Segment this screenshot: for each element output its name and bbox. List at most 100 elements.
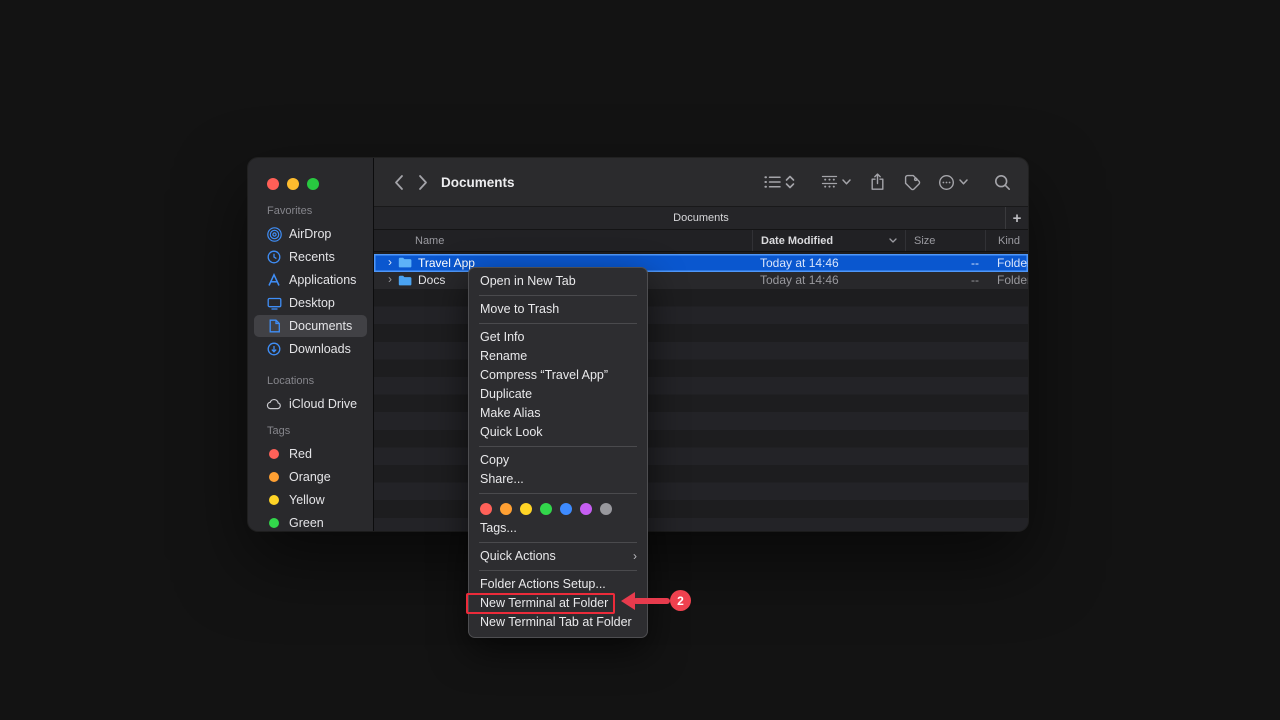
blue-tag-color-button[interactable] (560, 503, 572, 515)
menu-item-new-terminal-tab-at-folder[interactable]: New Terminal Tab at Folder (469, 613, 647, 632)
sidebar-item-recents[interactable]: Recents (254, 246, 367, 268)
group-view-icon (821, 175, 838, 190)
menu-separator (479, 295, 637, 296)
column-header-size[interactable]: Size (905, 230, 985, 251)
tab-documents[interactable]: Documents (673, 212, 729, 224)
gray-tag-color-button[interactable] (600, 503, 612, 515)
menu-item-compress[interactable]: Compress “Travel App” (469, 366, 647, 385)
sidebar-item-documents[interactable]: Documents (254, 315, 367, 337)
red-tag-dot-icon (266, 449, 282, 459)
recents-icon (266, 250, 282, 264)
icloud-icon (266, 398, 282, 410)
share-button[interactable] (870, 173, 885, 191)
minimize-window-button[interactable] (287, 178, 299, 190)
forward-button[interactable] (418, 174, 428, 191)
file-date-modified: Today at 14:46 (752, 256, 905, 270)
ellipsis-circle-icon (938, 174, 955, 191)
menu-item-tags[interactable]: Tags... (469, 519, 647, 538)
menu-item-quick-actions[interactable]: Quick Actions › (469, 547, 647, 566)
finder-toolbar: Documents (374, 158, 1028, 206)
sidebar-item-tag-green[interactable]: Green (254, 512, 367, 531)
file-kind: Folder (985, 256, 1028, 270)
menu-item-duplicate[interactable]: Duplicate (469, 385, 647, 404)
sidebar-item-downloads[interactable]: Downloads (254, 338, 367, 360)
purple-tag-color-button[interactable] (580, 503, 592, 515)
sidebar-section-locations: Locations iCloud Drive (248, 374, 373, 416)
file-kind: Folder (985, 273, 1028, 287)
search-icon (994, 174, 1011, 191)
menu-item-share[interactable]: Share... (469, 470, 647, 489)
green-tag-color-button[interactable] (540, 503, 552, 515)
sidebar-section-label: Tags (248, 424, 373, 438)
desktop-icon (266, 297, 282, 310)
sidebar-item-label: Orange (289, 470, 331, 484)
menu-separator (479, 446, 637, 447)
menu-item-copy[interactable]: Copy (469, 451, 647, 470)
green-tag-dot-icon (266, 518, 282, 528)
documents-icon (266, 319, 282, 333)
sidebar-item-label: Downloads (289, 342, 351, 356)
column-header-date-modified[interactable]: Date Modified (752, 230, 905, 251)
desktop-background: Favorites AirDrop Recents (0, 0, 1280, 720)
search-button[interactable] (994, 174, 1011, 191)
annotation-step-badge: 2 (670, 590, 691, 611)
sidebar-item-tag-orange[interactable]: Orange (254, 466, 367, 488)
file-size: -- (905, 273, 985, 287)
applications-icon (266, 273, 282, 287)
sidebar-item-label: Applications (289, 273, 356, 287)
sidebar-section-favorites: Favorites AirDrop Recents (248, 204, 373, 361)
menu-item-quick-look[interactable]: Quick Look (469, 423, 647, 442)
close-window-button[interactable] (267, 178, 279, 190)
disclosure-chevron-icon[interactable]: › (388, 256, 392, 268)
folder-icon (398, 257, 412, 268)
file-size: -- (905, 256, 985, 270)
sidebar-section-label: Locations (248, 374, 373, 388)
sort-chevron-down-icon (889, 238, 897, 243)
new-tab-button[interactable]: + (1005, 207, 1028, 229)
list-view-icon (764, 175, 781, 189)
view-mode-button[interactable] (764, 175, 795, 189)
window-title: Documents (441, 175, 515, 190)
sidebar-item-applications[interactable]: Applications (254, 269, 367, 291)
sidebar-item-tag-red[interactable]: Red (254, 443, 367, 465)
sidebar-section-label: Favorites (248, 204, 373, 218)
sidebar-item-label: Red (289, 447, 312, 461)
tag-icon (904, 174, 921, 191)
sidebar-item-label: AirDrop (289, 227, 331, 241)
menu-item-rename[interactable]: Rename (469, 347, 647, 366)
more-actions-button[interactable] (938, 174, 968, 191)
chevron-down-icon (959, 179, 968, 185)
yellow-tag-color-button[interactable] (520, 503, 532, 515)
menu-item-make-alias[interactable]: Make Alias (469, 404, 647, 423)
red-tag-color-button[interactable] (480, 503, 492, 515)
orange-tag-color-button[interactable] (500, 503, 512, 515)
menu-item-move-to-trash[interactable]: Move to Trash (469, 300, 647, 319)
sidebar-item-tag-yellow[interactable]: Yellow (254, 489, 367, 511)
sidebar-item-label: Recents (289, 250, 335, 264)
group-by-button[interactable] (821, 175, 851, 190)
airdrop-icon (266, 227, 282, 242)
column-header-name[interactable]: Name (374, 230, 752, 251)
submenu-chevron-icon: › (633, 547, 637, 566)
back-button[interactable] (394, 174, 404, 191)
menu-separator (479, 323, 637, 324)
sidebar-item-label: Documents (289, 319, 352, 333)
tags-button[interactable] (904, 174, 921, 191)
zoom-window-button[interactable] (307, 178, 319, 190)
sidebar-item-airdrop[interactable]: AirDrop (254, 223, 367, 245)
context-menu: Open in New Tab Move to Trash Get Info R… (468, 267, 648, 638)
tab-bar: Documents + (374, 206, 1028, 230)
sidebar-item-label: Yellow (289, 493, 325, 507)
chevron-up-down-icon (785, 175, 795, 189)
menu-item-get-info[interactable]: Get Info (469, 328, 647, 347)
window-controls (267, 178, 319, 190)
sidebar-item-desktop[interactable]: Desktop (254, 292, 367, 314)
downloads-icon (266, 342, 282, 356)
disclosure-chevron-icon[interactable]: › (388, 273, 392, 285)
menu-separator (479, 570, 637, 571)
menu-item-open-in-new-tab[interactable]: Open in New Tab (469, 272, 647, 291)
menu-separator (479, 493, 637, 494)
column-header-kind[interactable]: Kind (985, 230, 1028, 251)
column-headers: Name Date Modified Size Kind (374, 230, 1028, 252)
sidebar-item-icloud-drive[interactable]: iCloud Drive (254, 393, 367, 415)
